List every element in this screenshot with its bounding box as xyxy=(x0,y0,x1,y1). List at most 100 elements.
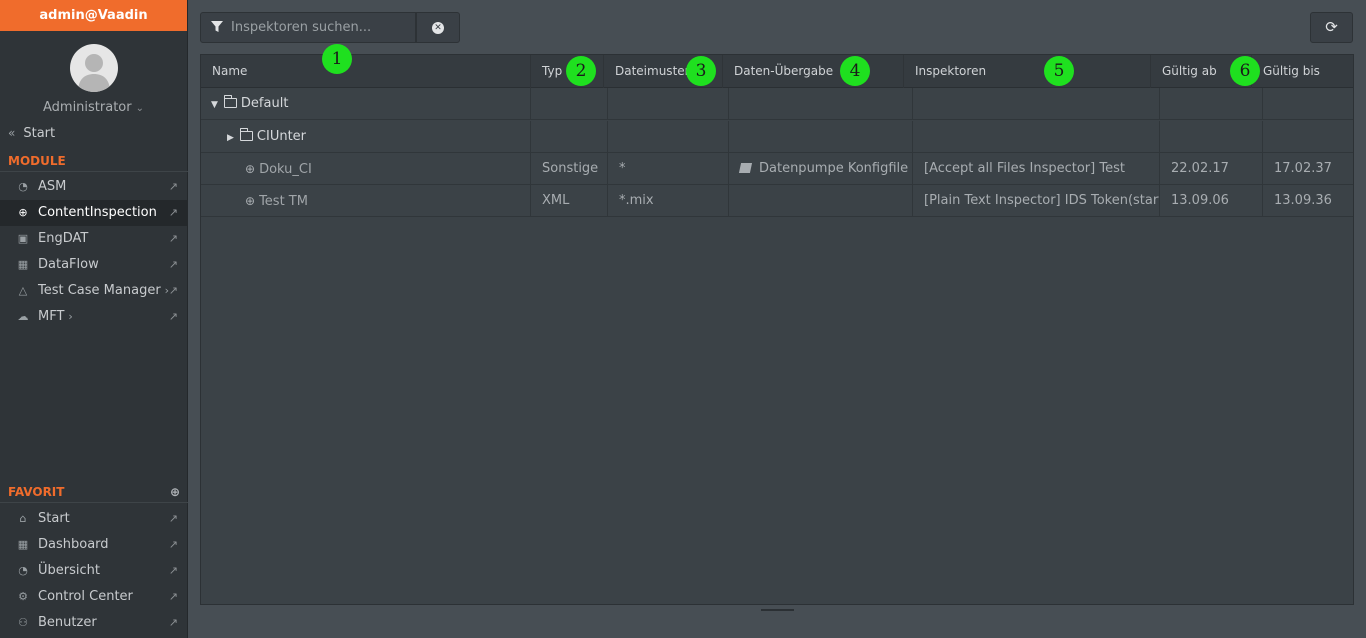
annotation-badge-6: 6 xyxy=(1230,56,1260,86)
external-link-icon[interactable]: ↗ xyxy=(169,610,178,636)
add-favorite-icon[interactable]: ⊕ xyxy=(170,481,180,503)
avatar[interactable] xyxy=(69,44,118,92)
column-header-inspektoren[interactable]: Inspektoren xyxy=(904,55,1151,88)
flask-icon: △ xyxy=(18,284,28,297)
annotation-badge-5: 5 xyxy=(1044,56,1074,86)
sidebar-item-label: Test Case Manager xyxy=(38,283,161,298)
table-row[interactable]: ⊕ Test TM XML *.mix [Plain Text Inspector… xyxy=(201,185,1353,217)
cell-daten-uebergabe-text: Datenpumpe Konfigfile xyxy=(759,161,909,176)
table-row[interactable]: ⊕ Doku_CI Sonstige * Datenpumpe Konfigfil… xyxy=(201,153,1353,185)
favorites-title-label: FAVORIT xyxy=(8,485,65,499)
role-label: Administrator xyxy=(42,100,132,115)
external-link-icon[interactable]: ↗ xyxy=(169,200,178,226)
sidebar-item-label: Übersicht xyxy=(38,563,100,578)
user-name[interactable]: admin@Vaadin xyxy=(0,0,187,31)
sidebar-fav-dashboard[interactable]: ▦ Dashboard ↗ xyxy=(0,532,188,558)
cell-gueltig-ab: 13.09.06 xyxy=(1160,185,1263,217)
sidebar-item-label: Dashboard xyxy=(38,537,109,552)
external-link-icon[interactable]: ↗ xyxy=(169,278,178,304)
column-header-gueltig-bis[interactable]: Gültig bis xyxy=(1252,55,1353,88)
annotation-badge-1: 1 xyxy=(322,44,352,74)
sidebar-fav-benutzer[interactable]: ⚇ Benutzer ↗ xyxy=(0,610,188,636)
cell-dateimuster: *.mix xyxy=(608,185,729,217)
dashboard-gauge-icon: ◔ xyxy=(18,180,28,193)
sidebar-item-label: EngDAT xyxy=(38,231,89,246)
annotation-badge-2: 2 xyxy=(566,56,596,86)
external-link-icon[interactable]: ↗ xyxy=(169,226,178,252)
search-box xyxy=(200,12,416,43)
cell-inspektoren: [Plain Text Inspector] IDS Token(starts … xyxy=(913,185,1160,217)
search-plus-icon: ⊕ xyxy=(18,206,28,219)
cell-daten-uebergabe xyxy=(729,185,913,217)
sidebar-item-label: DataFlow xyxy=(38,257,99,272)
start-link[interactable]: « Start xyxy=(8,126,55,141)
filter-icon xyxy=(211,21,223,32)
refresh-icon: ⟳ xyxy=(1325,18,1338,36)
folder-icon xyxy=(239,128,253,141)
users-icon: ⚇ xyxy=(18,616,28,629)
chevron-down-icon: ⌄ xyxy=(135,103,144,114)
sidebar-fav-start[interactable]: ⌂ Start ↗ xyxy=(0,506,188,532)
cell-inspektoren: [Accept all Files Inspector] Test xyxy=(913,153,1160,185)
cell-typ: Sonstige xyxy=(531,153,608,185)
external-link-icon[interactable]: ↗ xyxy=(169,506,178,532)
sidebar: admin@Vaadin Administrator ⌄ « Start MODUL… xyxy=(0,0,188,638)
external-link-icon[interactable]: ↗ xyxy=(169,304,178,330)
external-link-icon[interactable]: ↗ xyxy=(169,558,178,584)
sidebar-item-asm[interactable]: ◔ ASM ↗ xyxy=(0,174,188,200)
column-header-daten-uebergabe[interactable]: Daten-Übergabe xyxy=(723,55,904,88)
sidebar-item-label: Control Center xyxy=(38,589,133,604)
caret-right-icon[interactable]: ▶ xyxy=(227,122,234,153)
external-link-icon[interactable]: ↗ xyxy=(169,532,178,558)
sidebar-item-dataflow[interactable]: ▦ DataFlow ↗ xyxy=(0,252,188,278)
cell-gueltig-ab: 22.02.17 xyxy=(1160,153,1263,185)
role-menu[interactable]: Administrator ⌄ xyxy=(0,100,187,115)
search-plus-icon: ⊕ xyxy=(245,194,256,208)
resize-handle[interactable] xyxy=(761,609,794,611)
favorites-section-title: FAVORIT ⊕ xyxy=(0,481,188,503)
table-row[interactable]: ▼ Default xyxy=(201,88,1353,120)
sidebar-fav-uebersicht[interactable]: ◔ Übersicht ↗ xyxy=(0,558,188,584)
external-link-icon[interactable]: ↗ xyxy=(169,584,178,610)
cell-gueltig-bis: 13.09.36 xyxy=(1274,193,1332,208)
column-header-name[interactable]: Name xyxy=(201,55,531,88)
pie-chart-icon: ◔ xyxy=(18,564,28,577)
sidebar-item-label: ContentInspection xyxy=(38,205,157,220)
annotation-badge-4: 4 xyxy=(840,56,870,86)
chevron-right-icon: › xyxy=(68,310,73,323)
row-name: Default xyxy=(240,96,289,111)
row-name: Doku_CI xyxy=(259,162,312,177)
sidebar-item-label: ASM xyxy=(38,179,67,194)
sidebar-item-test-case-manager[interactable]: △ Test Case Manager › ↗ xyxy=(0,278,188,304)
sidebar-item-engdat[interactable]: ▣ EngDAT ↗ xyxy=(0,226,188,252)
start-link-label: Start xyxy=(23,126,56,141)
caret-down-icon[interactable]: ▼ xyxy=(211,89,218,120)
module-section-title: MODULE xyxy=(0,150,188,172)
annotation-badge-3: 3 xyxy=(686,56,716,86)
external-link-icon[interactable]: ↗ xyxy=(169,174,178,200)
refresh-button[interactable]: ⟳ xyxy=(1310,12,1353,43)
image-icon: ▣ xyxy=(17,232,29,245)
cell-gueltig-bis: 17.02.37 xyxy=(1274,161,1332,176)
sidebar-item-mft[interactable]: ☁ MFT › ↗ xyxy=(0,304,188,330)
book-icon xyxy=(738,163,753,173)
clear-search-button[interactable]: ✕ xyxy=(416,12,460,43)
double-chevron-left-icon: « xyxy=(8,126,16,140)
grid-icon: ▦ xyxy=(17,538,29,551)
external-link-icon[interactable]: ↗ xyxy=(169,252,178,278)
cell-typ: XML xyxy=(531,185,608,217)
cell-dateimuster: * xyxy=(608,153,729,185)
cell-daten-uebergabe: Datenpumpe Konfigfile xyxy=(729,153,913,185)
sidebar-fav-control-center[interactable]: ⚙ Control Center ↗ xyxy=(0,584,188,610)
search-input[interactable] xyxy=(231,13,413,42)
row-name: CIUnter xyxy=(256,129,307,144)
search-plus-icon: ⊕ xyxy=(245,162,256,176)
dataflow-icon: ▦ xyxy=(17,258,29,271)
sidebar-item-label: Benutzer xyxy=(38,615,97,630)
sidebar-item-contentinspection[interactable]: ⊕ ContentInspection ↗ xyxy=(0,200,188,226)
user-silhouette-icon xyxy=(77,54,110,92)
inspection-tree-grid: Name Typ Dateimuster Daten-Übergabe Insp… xyxy=(200,54,1354,605)
folder-icon xyxy=(223,95,237,108)
grid-header: Name Typ Dateimuster Daten-Übergabe Insp… xyxy=(201,55,1353,88)
table-row[interactable]: ▶ CIUnter xyxy=(201,121,1353,153)
